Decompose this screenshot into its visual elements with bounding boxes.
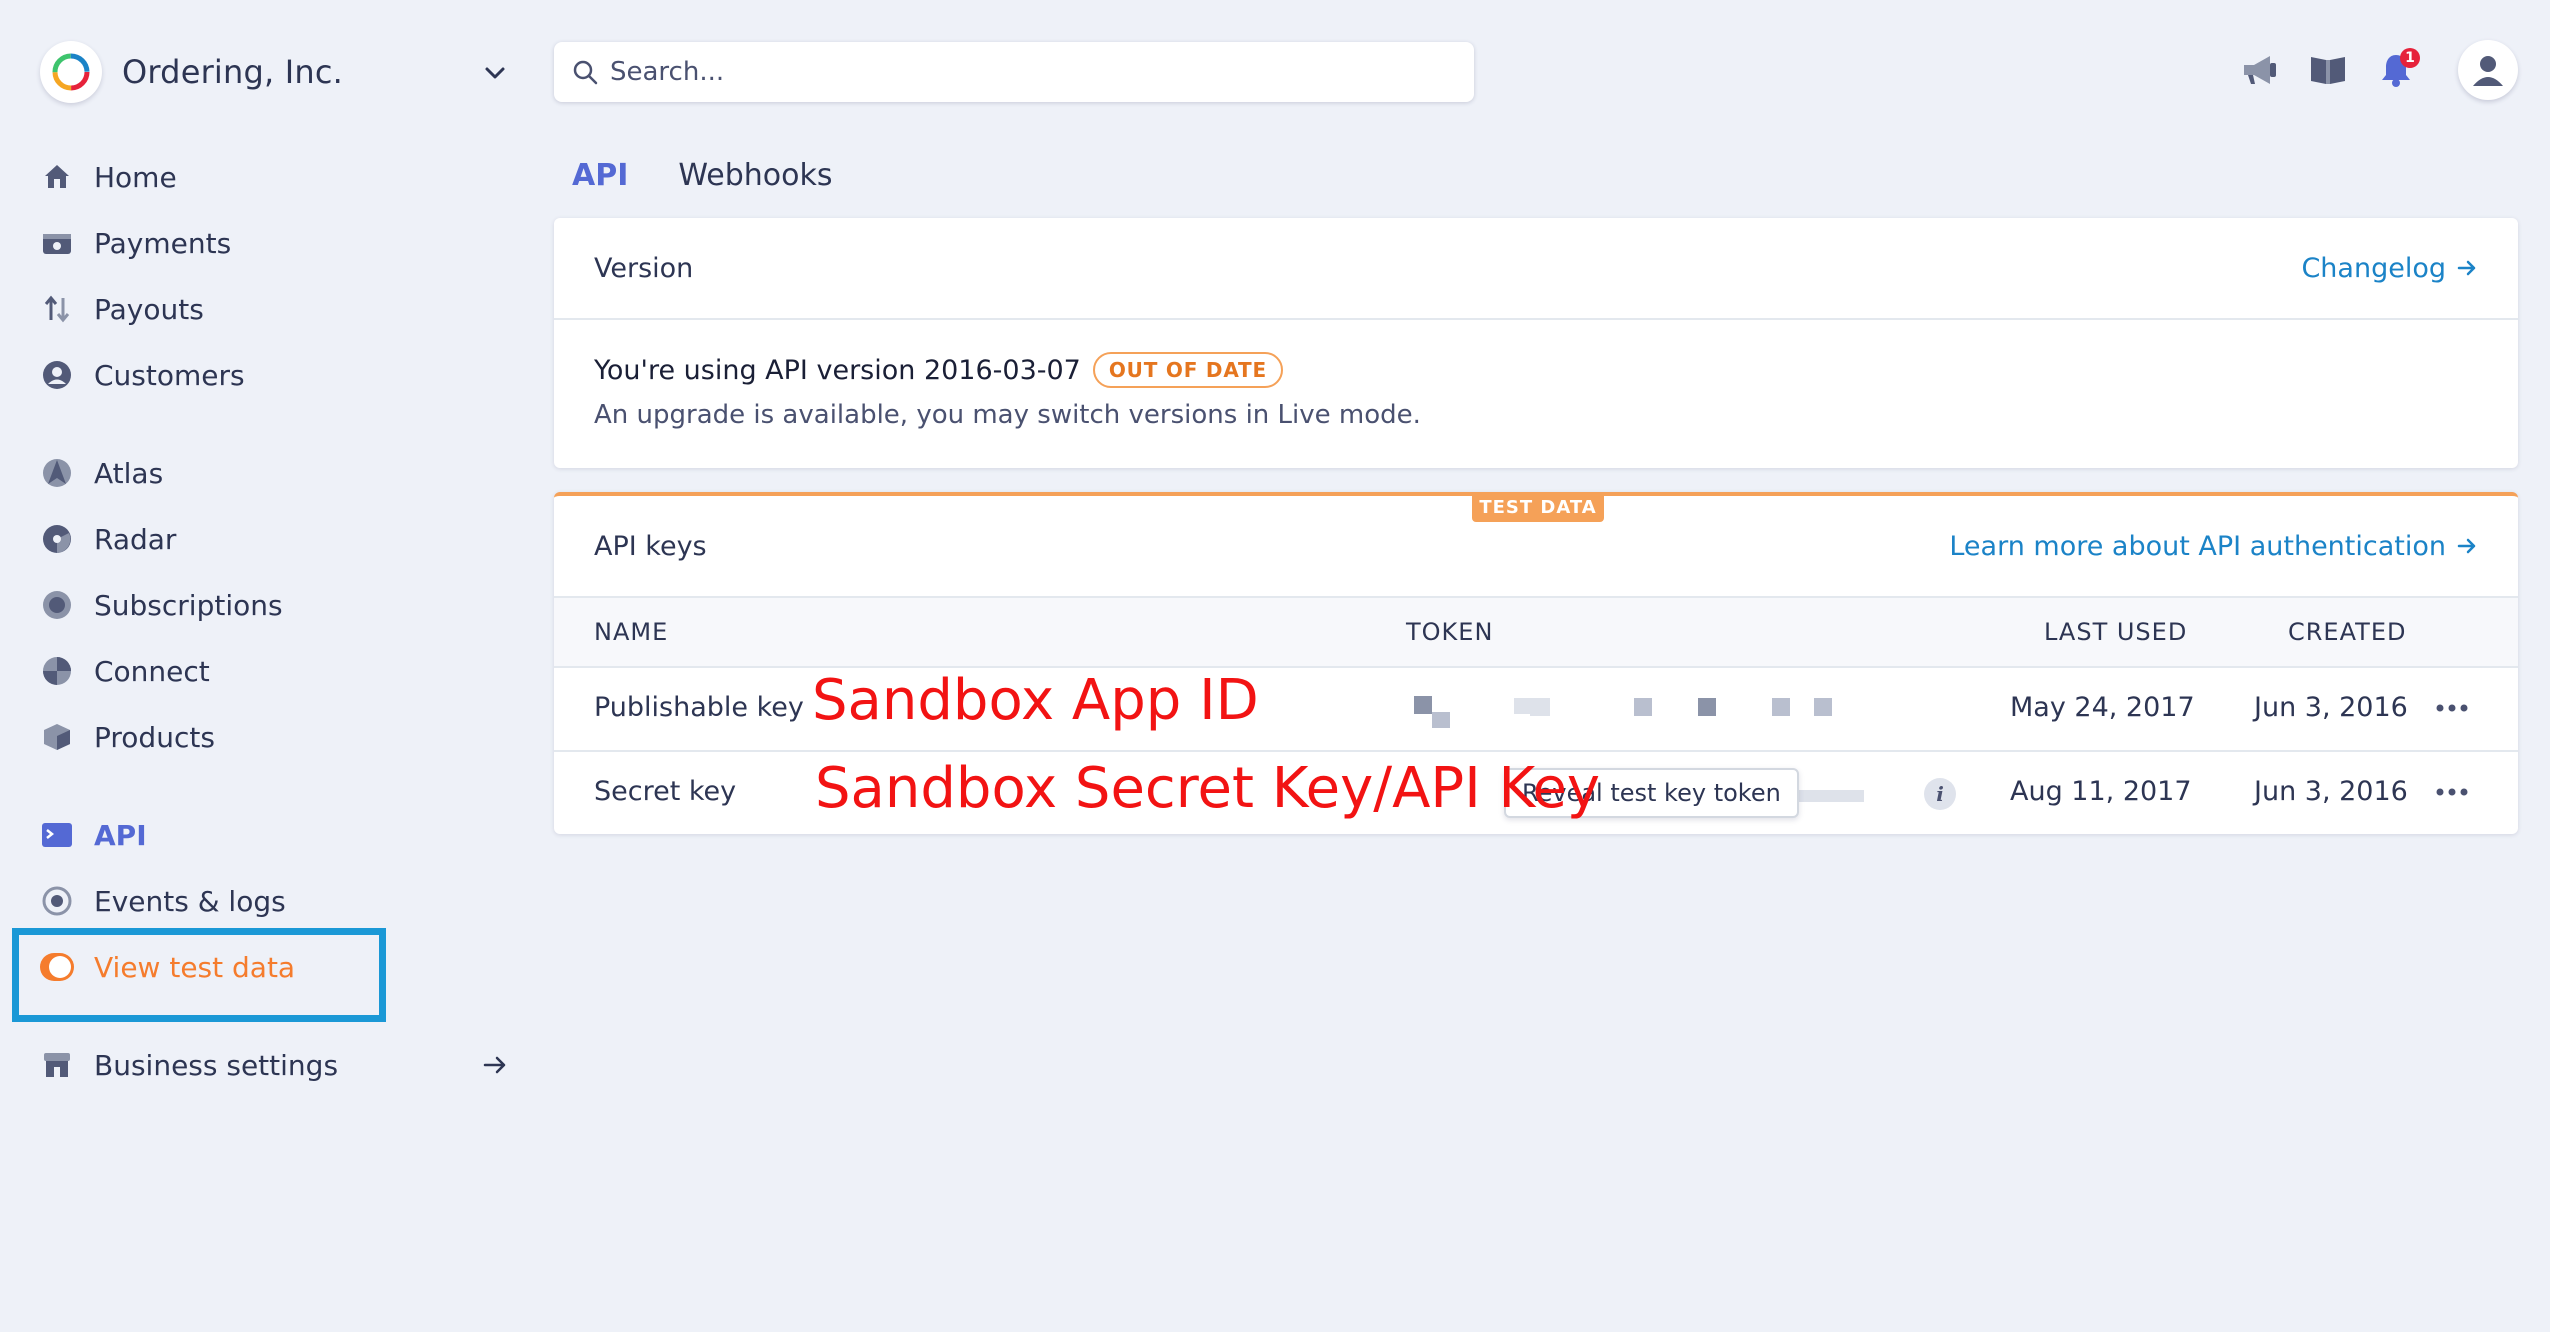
last-used: Aug 11, 2017 — [2010, 776, 2192, 807]
more-options-icon[interactable] — [2434, 698, 2470, 718]
upgrade-message: An upgrade is available, you may switch … — [594, 400, 1421, 430]
sidebar-item-radar[interactable]: Radar — [40, 514, 520, 564]
highlight-box — [12, 928, 386, 1022]
api-auth-link[interactable]: Learn more about API authentication — [1949, 531, 2478, 562]
events-icon — [40, 884, 74, 918]
sidebar-item-home[interactable]: Home — [40, 152, 520, 202]
sidebar-item-subscriptions[interactable]: Subscriptions — [40, 580, 520, 630]
sidebar-item-payments[interactable]: Payments — [40, 218, 520, 268]
profile-button[interactable] — [2458, 40, 2518, 100]
sidebar-item-api[interactable]: API — [40, 810, 520, 860]
key-name: Publishable key — [594, 692, 804, 723]
sidebar-item-events-logs[interactable]: Events & logs — [40, 876, 520, 926]
notification-count-badge: 1 — [2400, 48, 2420, 68]
arrow-right-icon[interactable] — [480, 1050, 510, 1080]
created: Jun 3, 2016 — [2254, 692, 2408, 723]
box-icon — [40, 720, 74, 754]
tab-webhooks[interactable]: Webhooks — [678, 158, 832, 198]
search-icon — [573, 60, 598, 85]
page-tabs: API Webhooks — [572, 158, 883, 198]
notifications-button[interactable]: 1 — [2366, 40, 2426, 100]
out-of-date-badge: OUT OF DATE — [1092, 352, 1283, 388]
last-used: May 24, 2017 — [2010, 692, 2195, 723]
sidebar-item-customers[interactable]: Customers — [40, 350, 520, 400]
arrow-right-icon — [2457, 260, 2476, 276]
api-keys-title: API keys — [594, 530, 707, 562]
annotation-sandbox-secret-key: Sandbox Secret Key/API Key — [815, 756, 1601, 821]
search-input[interactable] — [610, 57, 1410, 87]
book-icon — [2311, 57, 2345, 84]
account-name: Ordering, Inc. — [122, 53, 344, 91]
sidebar-item-payouts[interactable]: Payouts — [40, 284, 520, 334]
subscriptions-icon — [40, 588, 74, 622]
annotation-sandbox-app-id: Sandbox App ID — [812, 668, 1259, 733]
tab-api[interactable]: API — [572, 158, 628, 198]
token-redacted — [1794, 790, 1864, 802]
megaphone-icon — [2244, 56, 2276, 84]
column-last-used: LAST USED — [2044, 618, 2188, 646]
column-created: CREATED — [2288, 618, 2407, 646]
brand-logo — [40, 41, 102, 103]
column-token: TOKEN — [1406, 618, 1494, 646]
store-icon — [40, 1048, 74, 1082]
sidebar-item-atlas[interactable]: Atlas — [40, 448, 520, 498]
changelog-link[interactable]: Changelog — [2301, 253, 2478, 284]
sidebar-item-business-settings[interactable]: Business settings — [40, 1040, 520, 1090]
terminal-icon — [40, 818, 74, 852]
chevron-down-icon[interactable] — [480, 58, 510, 88]
search-bar[interactable] — [554, 42, 1474, 102]
version-text: You're using API version 2016-03-07 — [594, 354, 1081, 386]
sidebar-item-connect[interactable]: Connect — [40, 646, 520, 696]
arrow-right-icon — [2457, 538, 2476, 554]
version-card: Version Changelog You're using API versi… — [554, 218, 2518, 468]
transfer-arrows-icon — [40, 292, 74, 326]
version-title: Version — [594, 252, 694, 284]
account-switcher[interactable]: Ordering, Inc. — [40, 40, 520, 104]
atlas-icon — [40, 456, 74, 490]
sidebar-item-products[interactable]: Products — [40, 712, 520, 762]
radar-icon — [40, 522, 74, 556]
table-header: NAME TOKEN LAST USED CREATED — [554, 598, 2518, 668]
user-circle-icon — [40, 358, 74, 392]
column-name: NAME — [594, 618, 669, 646]
avatar[interactable] — [2458, 40, 2518, 100]
wallet-icon — [40, 226, 74, 260]
created: Jun 3, 2016 — [2254, 776, 2408, 807]
home-icon — [40, 160, 74, 194]
key-name: Secret key — [594, 776, 737, 807]
user-icon — [2473, 56, 2503, 86]
docs-button[interactable] — [2298, 40, 2358, 100]
announcements-button[interactable] — [2230, 40, 2290, 100]
more-options-icon[interactable] — [2434, 782, 2470, 802]
connect-icon — [40, 654, 74, 688]
info-icon[interactable]: i — [1924, 778, 1956, 810]
